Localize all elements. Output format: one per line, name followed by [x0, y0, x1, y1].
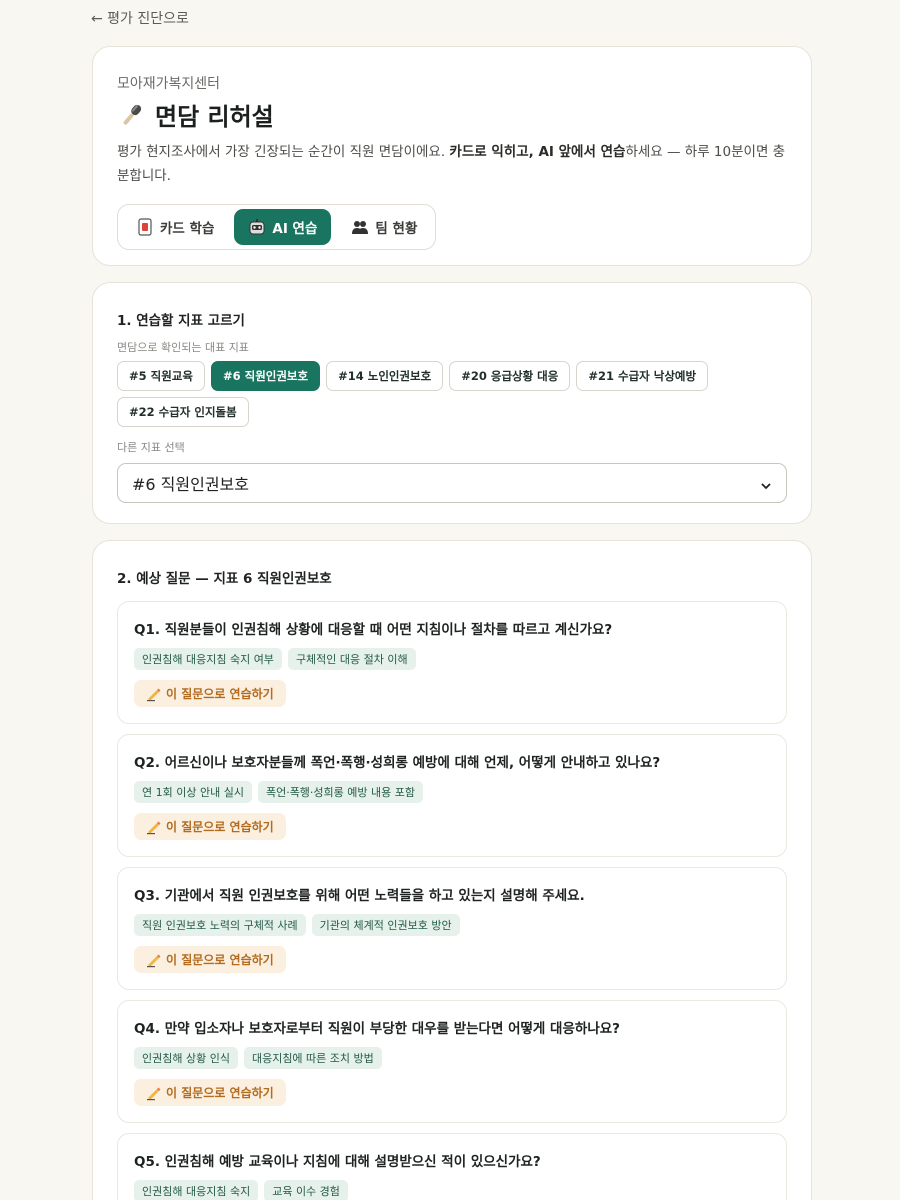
section-title: 1. 연습할 지표 고르기 [117, 313, 245, 329]
writing-hand-icon [146, 1085, 162, 1101]
questions-card: 2. 예상 질문 — 지표 6 직원인권보호 Q1. 직원분들이 인권침해 상황… [92, 540, 812, 1200]
question-text: Q3. 기관에서 직원 인권보호를 위해 어떤 노력들을 하고 있는지 설명해 … [134, 888, 585, 904]
tab-label: 팀 현황 [375, 221, 418, 237]
question-text: Q5. 인권침해 예방 교육이나 지침에 대해 설명받으신 적이 있으신가요? [134, 1154, 541, 1170]
indicator-chip-selected[interactable]: #6 직원인권보호 [210, 361, 321, 391]
indicator-chip[interactable]: #22 수급자 인지돌봄 [117, 397, 249, 427]
page-title: 면담 리허설 [155, 103, 274, 131]
desc-bold-1: 카드로 익히고, AI 앞에서 연습 [449, 144, 626, 160]
indicator-chips: #5 직원교육 #6 직원인권보호 #14 노인인권보호 #20 응급상황 대응… [117, 361, 757, 427]
page-description: 평가 현지조사에서 가장 긴장되는 순간이 직원 면담이에요. 카드로 익히고,… [117, 140, 787, 188]
tab-ai-practice[interactable]: AI 연습 [234, 209, 332, 245]
chevron-down-icon [760, 477, 772, 490]
practice-label: 이 질문으로 연습하기 [166, 820, 274, 834]
robot-icon [248, 218, 266, 236]
header-card: 모아재가복지센터 면담 리허설 평가 현지조사에서 가장 긴장되는 순간이 직원… [92, 46, 812, 266]
practice-label: 이 질문으로 연습하기 [166, 953, 274, 967]
org-name: 모아재가복지센터 [117, 76, 221, 92]
tag: 인권침해 대응지침 숙지 [134, 1180, 259, 1200]
writing-hand-icon [146, 686, 162, 702]
question-list: Q1. 직원분들이 인권침해 상황에 대응할 때 어떤 지침이나 절차를 따르고… [117, 601, 787, 1200]
tab-label: AI 연습 [272, 221, 318, 237]
tag: 연 1회 이상 안내 실시 [134, 781, 252, 803]
other-indicator-label: 다른 지표 선택 [117, 441, 185, 454]
practice-button[interactable]: 이 질문으로 연습하기 [134, 1079, 286, 1106]
tag: 대응지침에 따른 조치 방법 [243, 1047, 382, 1069]
question-text: Q1. 직원분들이 인권침해 상황에 대응할 때 어떤 지침이나 절차를 따르고… [134, 622, 613, 638]
indicator-chip[interactable]: #21 수급자 낙상예방 [576, 361, 709, 391]
card-icon [136, 218, 154, 236]
question-card: Q1. 직원분들이 인권침해 상황에 대응할 때 어떤 지침이나 절차를 따르고… [117, 601, 787, 724]
title-row: 면담 리허설 [117, 97, 787, 132]
indicator-chip[interactable]: #14 노인인권보호 [326, 361, 444, 391]
desc-text-1: 평가 현지조사에서 가장 긴장되는 순간이 직원 면담이에요. [117, 144, 450, 160]
mode-tabs: 카드 학습 AI 연습 팀 현황 [117, 204, 437, 250]
writing-hand-icon [146, 952, 162, 968]
practice-button[interactable]: 이 질문으로 연습하기 [134, 946, 286, 973]
practice-label: 이 질문으로 연습하기 [166, 687, 274, 701]
back-link-label: ← 평가 진단으로 [91, 11, 189, 27]
practice-button[interactable]: 이 질문으로 연습하기 [134, 680, 286, 707]
indicator-chip[interactable]: #20 응급상황 대응 [449, 361, 571, 391]
tab-card-study[interactable]: 카드 학습 [122, 209, 228, 245]
question-card: Q5. 인권침해 예방 교육이나 지침에 대해 설명받으신 적이 있으신가요? … [117, 1133, 787, 1200]
section-title: 2. 예상 질문 — 지표 6 직원인권보호 [117, 571, 332, 587]
question-text: Q2. 어르신이나 보호자분들께 폭언·폭행·성희롱 예방에 대해 언제, 어떻… [134, 755, 661, 771]
tag: 인권침해 상황 인식 [134, 1047, 238, 1069]
question-card: Q3. 기관에서 직원 인권보호를 위해 어떤 노력들을 하고 있는지 설명해 … [117, 867, 787, 990]
indicator-select-card: 1. 연습할 지표 고르기 면담으로 확인되는 대표 지표 #5 직원교육 #6… [92, 282, 812, 524]
tab-team-status[interactable]: 팀 현황 [337, 209, 431, 245]
team-icon [351, 218, 369, 236]
question-tags: 인권침해 대응지침 숙지 여부 구체적인 대응 절차 이해 [134, 648, 770, 670]
question-tags: 인권침해 상황 인식 대응지침에 따른 조치 방법 [134, 1047, 770, 1069]
practice-label: 이 질문으로 연습하기 [166, 1086, 274, 1100]
question-text: Q4. 만약 입소자나 보호자로부터 직원이 부당한 대우를 받는다면 어떻게 … [134, 1021, 620, 1037]
indicator-chip[interactable]: #5 직원교육 [117, 361, 205, 391]
question-card: Q2. 어르신이나 보호자분들께 폭언·폭행·성희롱 예방에 대해 언제, 어떻… [117, 734, 787, 857]
writing-hand-icon [146, 819, 162, 835]
tag: 기관의 체계적 인권보호 방안 [311, 914, 460, 936]
tag: 교육 이수 경험 [264, 1180, 348, 1200]
microphone-icon [117, 100, 147, 130]
question-card: Q4. 만약 입소자나 보호자로부터 직원이 부당한 대우를 받는다면 어떻게 … [117, 1000, 787, 1123]
tag: 구체적인 대응 절차 이해 [287, 648, 416, 670]
indicator-select[interactable]: #6 직원인권보호 [117, 463, 787, 503]
question-tags: 인권침해 대응지침 숙지 교육 이수 경험 [134, 1180, 770, 1200]
practice-button[interactable]: 이 질문으로 연습하기 [134, 813, 286, 840]
tag: 폭언·폭행·성희롱 예방 내용 포함 [257, 781, 423, 803]
tag: 직원 인권보호 노력의 구체적 사례 [134, 914, 306, 936]
tag: 인권침해 대응지침 숙지 여부 [134, 648, 282, 670]
question-tags: 직원 인권보호 노력의 구체적 사례 기관의 체계적 인권보호 방안 [134, 914, 770, 936]
back-link[interactable]: ← 평가 진단으로 [91, 8, 189, 28]
representative-label: 면담으로 확인되는 대표 지표 [117, 341, 249, 354]
question-tags: 연 1회 이상 안내 실시 폭언·폭행·성희롱 예방 내용 포함 [134, 781, 770, 803]
indicator-select-value: #6 직원인권보호 [132, 475, 249, 494]
tab-label: 카드 학습 [160, 221, 215, 237]
